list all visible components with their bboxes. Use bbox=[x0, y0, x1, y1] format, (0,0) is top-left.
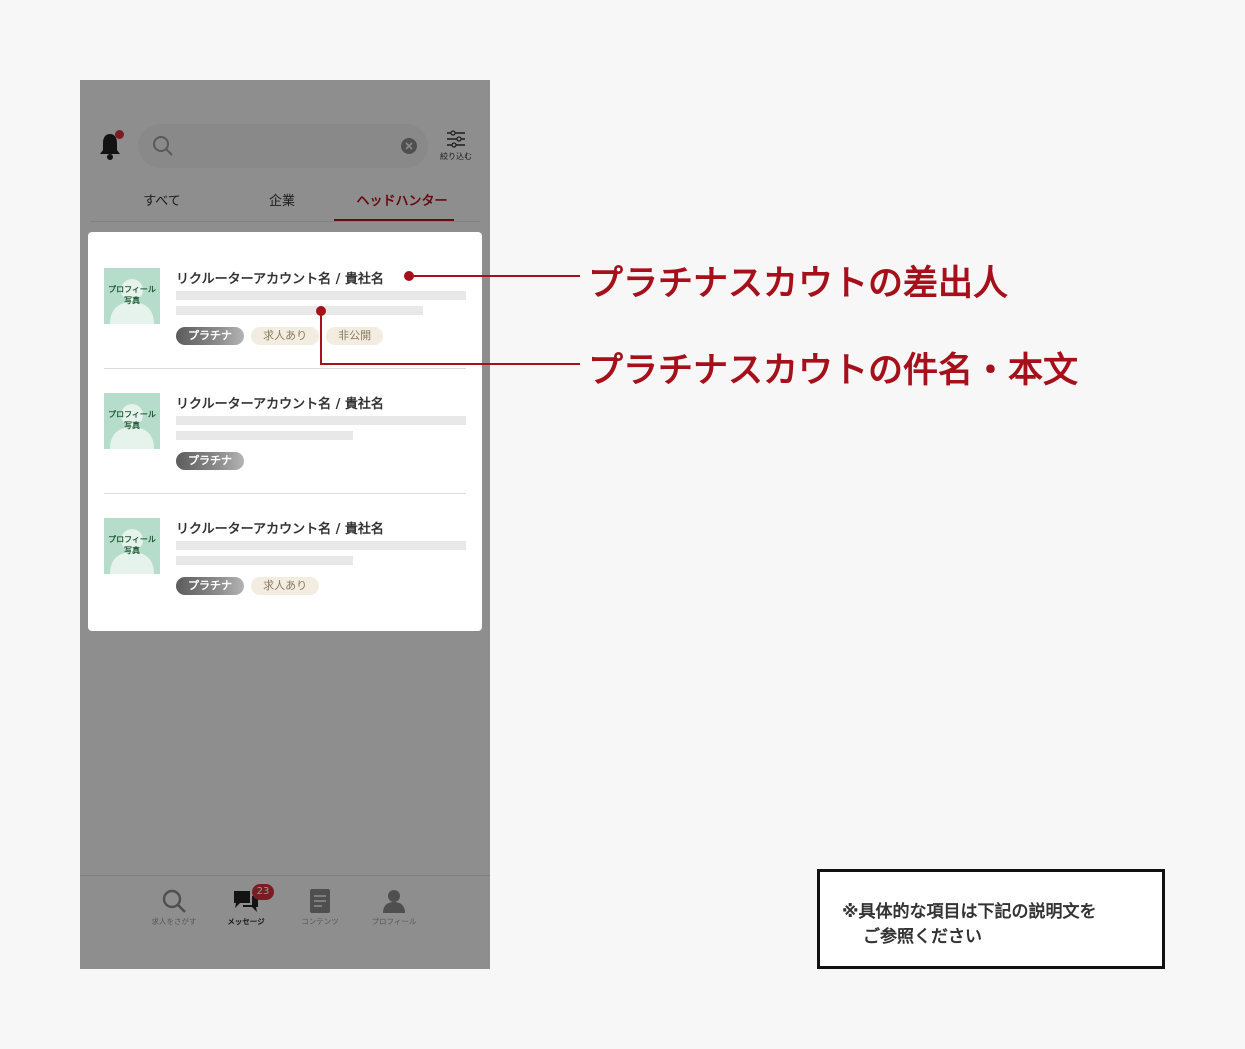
note-line: ※具体的な項目は下記の説明文を bbox=[842, 902, 1097, 922]
subject-annotation: プラチナスカウトの件名・本文 bbox=[588, 351, 1079, 391]
note-box: ※具体的な項目は下記の説明文を ご参照ください bbox=[817, 869, 1165, 969]
sender-callout-dot bbox=[404, 271, 414, 281]
sender-annotation: プラチナスカウトの差出人 bbox=[588, 264, 1009, 304]
subject-callout-line bbox=[320, 311, 580, 365]
note-line: ご参照ください bbox=[863, 927, 982, 947]
subject-callout-dot bbox=[316, 306, 326, 316]
